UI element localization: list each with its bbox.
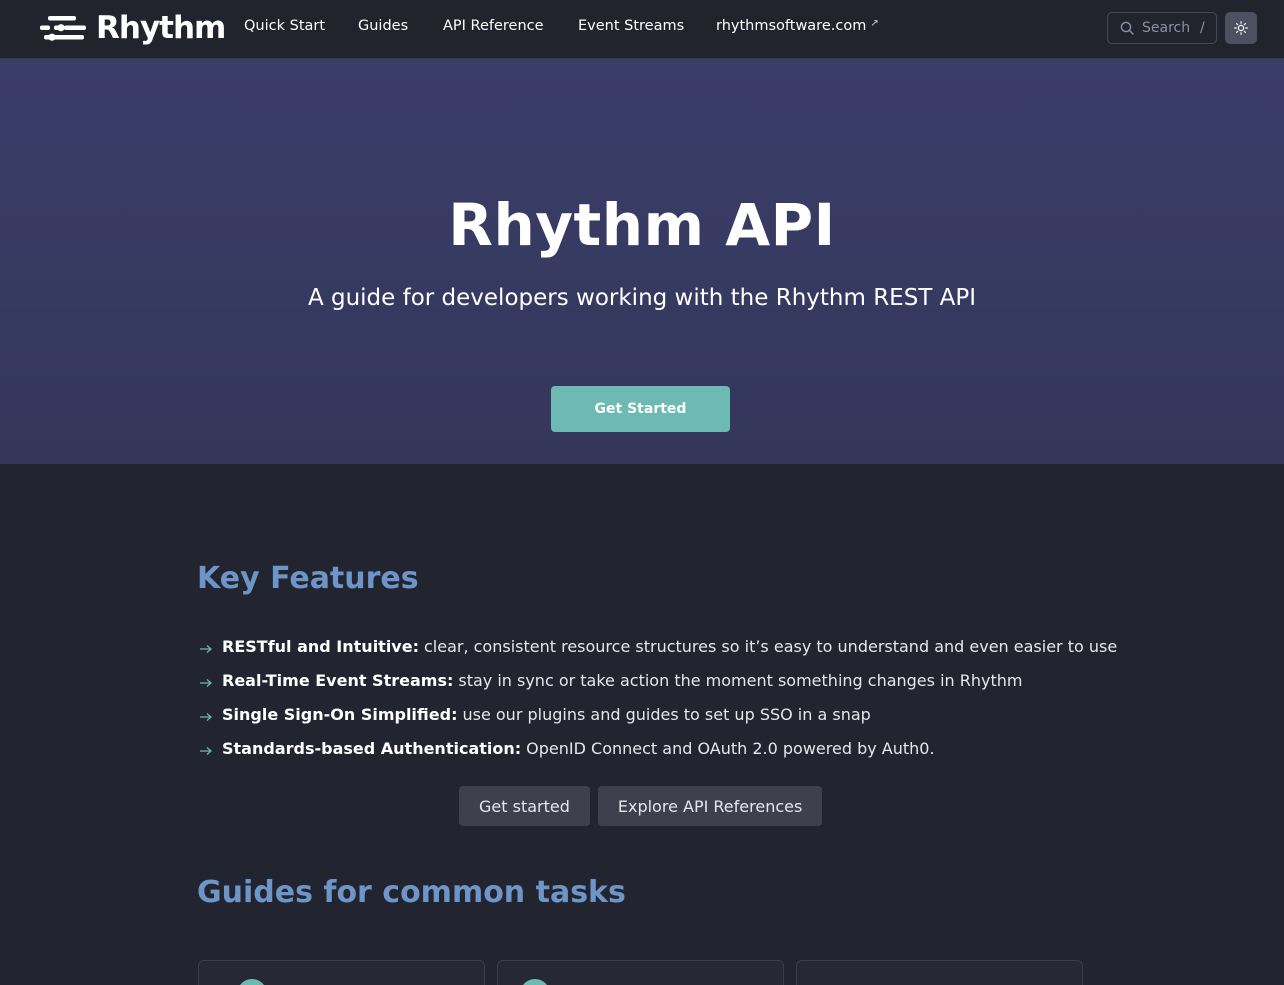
arrow-right-icon — [200, 713, 212, 721]
search-icon — [1120, 21, 1134, 35]
hero-section: Rhythm API A guide for developers workin… — [0, 59, 1284, 464]
features-list: RESTful and Intuitive: clear, consistent… — [199, 629, 1117, 765]
feature-label: Real-Time Event Streams: — [222, 670, 454, 690]
external-link-icon: ↗ — [870, 18, 879, 29]
nav-guides[interactable]: Guides — [358, 18, 408, 34]
guide-card-icon — [520, 979, 550, 985]
explore-api-references-button[interactable]: Explore API References — [597, 786, 823, 826]
brand-name: Rhythm — [96, 10, 226, 46]
get-started-secondary-button[interactable]: Get started — [459, 786, 590, 826]
theme-toggle-button[interactable] — [1225, 12, 1257, 44]
arrow-right-icon — [200, 645, 212, 653]
feature-buttons: Get started Explore API References — [459, 786, 823, 826]
top-navbar: Rhythm Quick Start Guides API Reference … — [0, 0, 1284, 59]
feature-item: Standards-based Authentication: OpenID C… — [199, 731, 1099, 765]
feature-label: Standards-based Authentication: — [222, 738, 522, 758]
feature-text: clear, consistent resource structures so… — [423, 636, 1118, 656]
hero-subtitle: A guide for developers working with the … — [307, 285, 977, 311]
sun-icon — [1234, 21, 1248, 35]
feature-text: stay in sync or take action the moment s… — [458, 670, 1023, 690]
feature-item: Single Sign-On Simplified: use our plugi… — [199, 697, 1099, 731]
rhythm-logo-icon — [40, 16, 86, 41]
search-input[interactable] — [1142, 20, 1200, 36]
brand-logo[interactable]: Rhythm — [40, 10, 226, 46]
guide-card[interactable] — [796, 960, 1083, 985]
nav-quick-start[interactable]: Quick Start — [244, 18, 325, 34]
nav-external-site[interactable]: rhythmsoftware.com ↗ — [716, 18, 879, 34]
guide-card[interactable] — [198, 960, 485, 985]
feature-label: RESTful and Intuitive: — [222, 636, 419, 656]
guide-card[interactable] — [497, 960, 784, 985]
feature-item: RESTful and Intuitive: clear, consistent… — [199, 629, 1117, 663]
search-box[interactable]: / — [1107, 12, 1217, 44]
guides-heading: Guides for common tasks — [197, 875, 626, 910]
nav-event-streams[interactable]: Event Streams — [578, 18, 684, 34]
feature-item: Real-Time Event Streams: stay in sync or… — [199, 663, 1099, 697]
guide-card-icon — [237, 979, 267, 985]
nav-external-site-label: rhythmsoftware.com — [716, 18, 867, 34]
nav-api-reference[interactable]: API Reference — [443, 18, 544, 34]
hero-title: Rhythm API — [448, 191, 836, 259]
feature-text: use our plugins and guides to set up SSO… — [462, 704, 871, 724]
arrow-right-icon — [200, 679, 212, 687]
key-features-heading: Key Features — [197, 561, 419, 596]
feature-label: Single Sign-On Simplified: — [222, 704, 458, 724]
get-started-button[interactable]: Get Started — [551, 386, 730, 432]
guide-cards — [198, 960, 1084, 985]
search-shortcut-hint: / — [1200, 20, 1205, 36]
arrow-right-icon — [200, 747, 212, 755]
feature-text: OpenID Connect and OAuth 2.0 powered by … — [526, 738, 935, 758]
